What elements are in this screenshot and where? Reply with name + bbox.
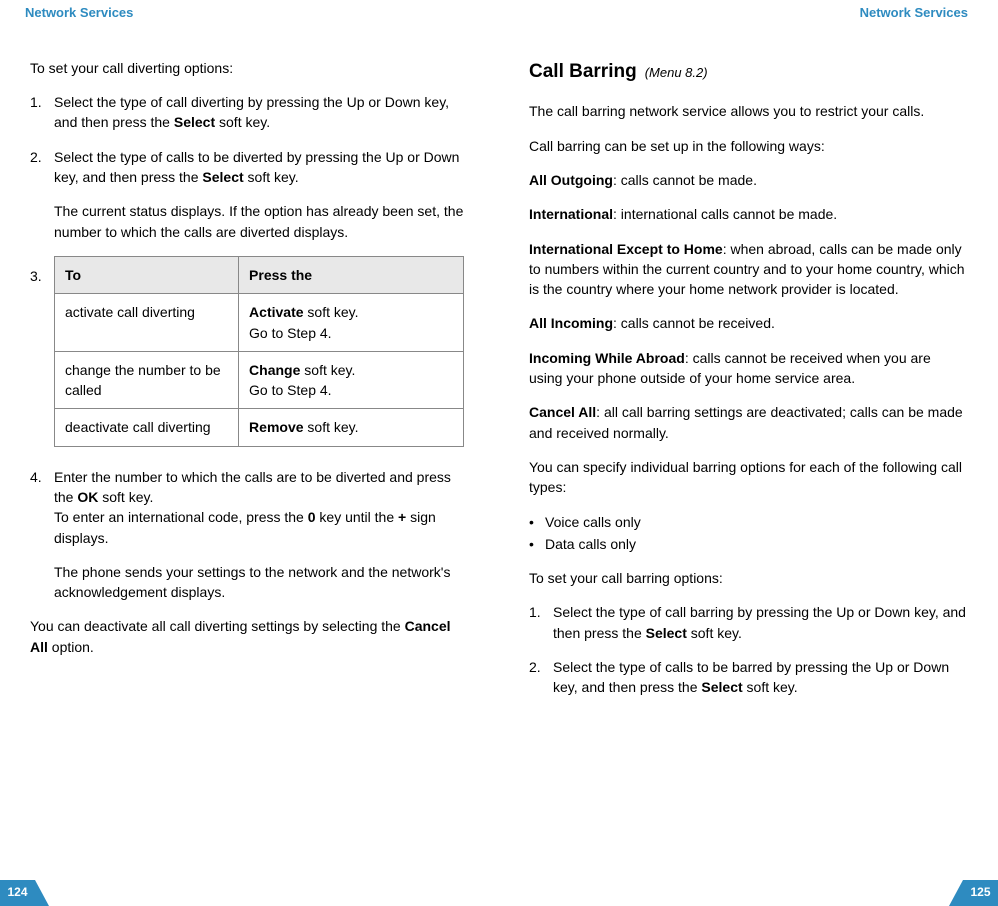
bullet-text: Voice calls only: [545, 512, 641, 532]
text: : international calls cannot be made.: [613, 206, 837, 222]
bold-text: International Except to Home: [529, 241, 723, 257]
text: Go to Step 4.: [249, 382, 332, 398]
bold-text: All Outgoing: [529, 172, 613, 188]
page-left: Network Services To set your call divert…: [0, 0, 499, 906]
step-marker: 2.: [30, 147, 54, 242]
option-international: International: international calls canno…: [529, 204, 968, 224]
header-right: Network Services: [529, 4, 968, 23]
step-1: 1. Select the type of call diverting by …: [30, 92, 469, 133]
step-content: Select the type of calls to be barred by…: [553, 657, 968, 698]
text: soft key.: [304, 419, 359, 435]
option-cancel-all: Cancel All: all call barring settings ar…: [529, 402, 968, 443]
bold-text: Select: [701, 679, 742, 695]
step-content: Select the type of call barring by press…: [553, 602, 968, 643]
option-intl-except-home: International Except to Home: when abroa…: [529, 239, 968, 300]
page-number-decoration: [35, 880, 49, 906]
section-title: Call Barring (Menu 8.2): [529, 58, 968, 86]
text: : calls cannot be received.: [613, 315, 775, 331]
step-4: 4. Enter the number to which the calls a…: [30, 467, 469, 603]
step-note: The current status displays. If the opti…: [54, 201, 469, 242]
bold-text: All Incoming: [529, 315, 613, 331]
page-number-decoration: [949, 880, 963, 906]
step-marker: 2.: [529, 657, 553, 698]
step-content: Select the type of calls to be diverted …: [54, 147, 469, 242]
option-all-outgoing: All Outgoing: calls cannot be made.: [529, 170, 968, 190]
bullet-list: • Voice calls only • Data calls only: [529, 512, 968, 555]
step-1: 1. Select the type of call barring by pr…: [529, 602, 968, 643]
bold-text: Activate: [249, 304, 303, 320]
step-2: 2. Select the type of calls to be barred…: [529, 657, 968, 698]
step-note: The phone sends your settings to the net…: [54, 562, 469, 603]
text: Select the type of call barring by press…: [553, 604, 966, 640]
bold-text: OK: [77, 489, 98, 505]
header-left: Network Services: [25, 4, 469, 23]
step-3-table: 3. To Press the activate call diverting …: [30, 256, 469, 447]
text: : calls cannot be made.: [613, 172, 757, 188]
text: soft key.: [215, 114, 270, 130]
page-number: 124: [0, 880, 35, 906]
option-incoming-abroad: Incoming While Abroad: calls cannot be r…: [529, 348, 968, 389]
bold-text: Remove: [249, 419, 303, 435]
option-all-incoming: All Incoming: calls cannot be received.: [529, 313, 968, 333]
bullet-text: Data calls only: [545, 534, 636, 554]
list-item: • Data calls only: [529, 534, 968, 554]
step-2: 2. Select the type of calls to be divert…: [30, 147, 469, 242]
title-text: Call Barring: [529, 61, 637, 82]
text: You can deactivate all call diverting se…: [30, 618, 405, 634]
text: soft key.: [300, 362, 355, 378]
text: soft key.: [98, 489, 153, 505]
menu-reference: (Menu 8.2): [645, 65, 708, 80]
text: soft key.: [743, 679, 798, 695]
bold-text: Incoming While Abroad: [529, 350, 685, 366]
intro-text: To set your call diverting options:: [30, 58, 469, 78]
bold-text: Select: [646, 625, 687, 641]
bullet-marker: •: [529, 534, 545, 554]
text: soft key.: [304, 304, 359, 320]
text: soft key.: [687, 625, 742, 641]
text: To enter an international code, press th…: [54, 509, 308, 525]
para: Call barring can be set up in the follow…: [529, 136, 968, 156]
bold-text: 0: [308, 509, 316, 525]
table-cell: Activate soft key. Go to Step 4.: [239, 294, 464, 352]
bold-text: Cancel All: [529, 404, 596, 420]
action-table: To Press the activate call diverting Act…: [54, 256, 464, 447]
table-header: Press the: [239, 256, 464, 293]
step-marker: 1.: [30, 92, 54, 133]
step-marker: 4.: [30, 467, 54, 603]
text: key until the: [316, 509, 399, 525]
para: To set your call barring options:: [529, 568, 968, 588]
step-content: Select the type of call diverting by pre…: [54, 92, 469, 133]
list-item: • Voice calls only: [529, 512, 968, 532]
table-header: To: [55, 256, 239, 293]
outro-text: You can deactivate all call diverting se…: [30, 616, 469, 657]
table-cell: deactivate call diverting: [55, 409, 239, 446]
text: option.: [48, 639, 94, 655]
table-cell: Change soft key. Go to Step 4.: [239, 351, 464, 409]
table-cell: Remove soft key.: [239, 409, 464, 446]
bold-text: International: [529, 206, 613, 222]
bold-text: Select: [174, 114, 215, 130]
page-number: 125: [963, 880, 998, 906]
text: Go to Step 4.: [249, 325, 332, 341]
para: You can specify individual barring optio…: [529, 457, 968, 498]
bold-text: +: [398, 509, 406, 525]
table-row: activate call diverting Activate soft ke…: [55, 294, 464, 352]
table-row: change the number to be called Change so…: [55, 351, 464, 409]
bold-text: Change: [249, 362, 300, 378]
bullet-marker: •: [529, 512, 545, 532]
text: soft key.: [244, 169, 299, 185]
bold-text: Select: [202, 169, 243, 185]
table-cell: activate call diverting: [55, 294, 239, 352]
table-cell: change the number to be called: [55, 351, 239, 409]
step-marker: 1.: [529, 602, 553, 643]
step-content: Enter the number to which the calls are …: [54, 467, 469, 603]
table-header-row: To Press the: [55, 256, 464, 293]
page-right: Network Services Call Barring(Menu 8.2) …: [499, 0, 998, 906]
step-marker: 3.: [30, 256, 54, 447]
table-row: deactivate call diverting Remove soft ke…: [55, 409, 464, 446]
para: The call barring network service allows …: [529, 101, 968, 121]
